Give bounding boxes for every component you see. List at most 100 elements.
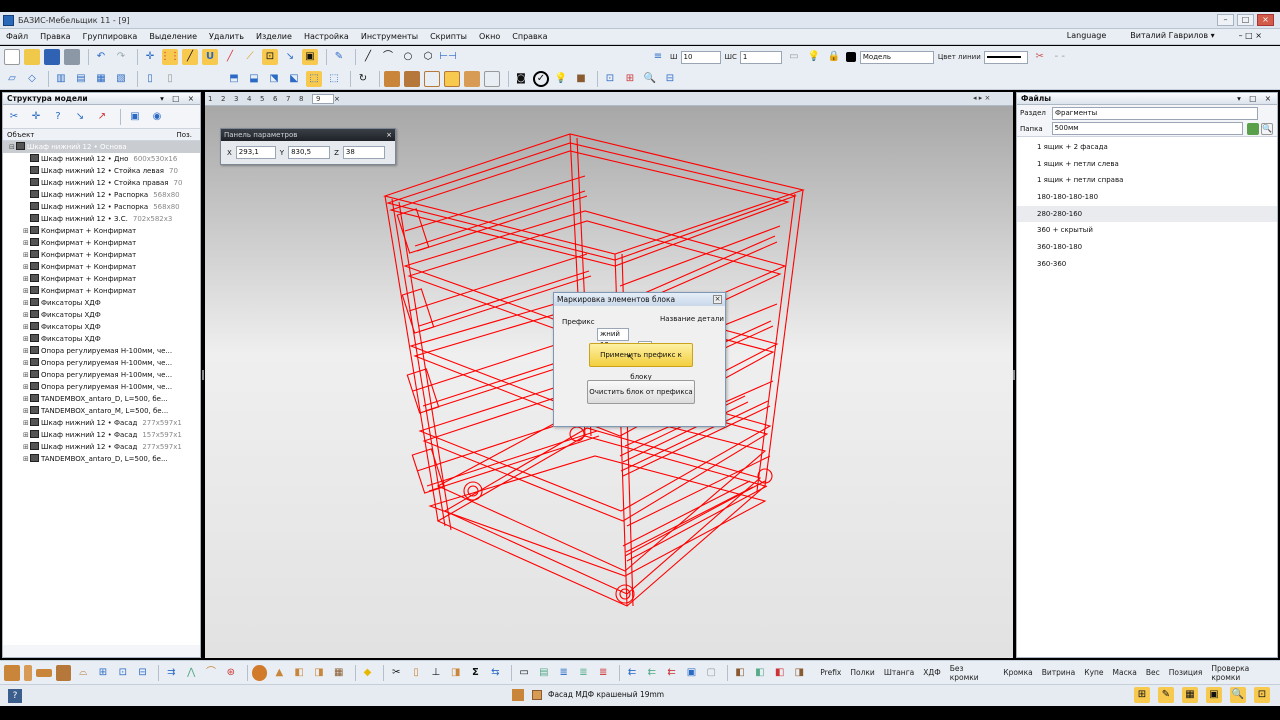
menu-select[interactable]: Выделение: [149, 32, 197, 41]
drawer-icon-3[interactable]: ≣: [556, 665, 572, 681]
language-menu[interactable]: Language: [1067, 31, 1106, 40]
frame-icon[interactable]: ◨: [311, 665, 327, 681]
menu-product[interactable]: Изделие: [256, 32, 292, 41]
expand-icon[interactable]: ⊞: [23, 261, 30, 273]
fragment-item[interactable]: 180-180-180-180: [1017, 189, 1277, 206]
menu-settings[interactable]: Настройка: [304, 32, 349, 41]
snap-edge-icon[interactable]: ╱: [222, 49, 238, 65]
expand-icon[interactable]: ⊞: [23, 285, 30, 297]
snap-grid-icon[interactable]: ⋮⋮: [160, 49, 180, 65]
tree-item[interactable]: Шкаф нижний 12 • З.С. 702x582x3: [3, 213, 200, 225]
snap-arrow-icon[interactable]: ↘: [282, 49, 298, 65]
tab-close-icon[interactable]: ×: [334, 95, 340, 103]
module-icon-2[interactable]: [23, 664, 32, 681]
bottom-label-no-edge[interactable]: Без кромки: [950, 664, 995, 682]
section-select[interactable]: Фрагменты: [1052, 106, 1258, 120]
door-icon[interactable]: ▣: [684, 665, 700, 681]
layers-icon[interactable]: ▭: [786, 49, 802, 65]
tab-5[interactable]: 5: [260, 95, 273, 103]
tab-9[interactable]: 9: [312, 93, 334, 104]
check-icon[interactable]: ✓: [533, 70, 549, 87]
drill-icon[interactable]: ⊥: [428, 665, 444, 681]
tree-item[interactable]: ⊞ Фиксаторы ХДФ: [3, 321, 200, 333]
camera-icon[interactable]: ◙: [513, 71, 529, 87]
drawer-icon-5[interactable]: ≣: [595, 665, 611, 681]
help-icon[interactable]: ?: [8, 689, 22, 703]
y-input[interactable]: 830,5: [288, 146, 331, 159]
clear-prefix-button[interactable]: Очистить блок от префикса: [587, 380, 695, 404]
tree-tool-3-icon[interactable]: ?: [50, 109, 66, 125]
view-right-icon[interactable]: ⬕: [286, 71, 302, 87]
tree-item[interactable]: Шкаф нижний 12 • Стойка левая 70: [3, 165, 200, 177]
expand-icon[interactable]: ⊞: [23, 357, 30, 369]
fragment-item[interactable]: 1 ящик + петли слева: [1017, 156, 1277, 173]
group-icon[interactable]: ▧: [113, 71, 129, 87]
status-toggle-3-icon[interactable]: ▦: [1182, 687, 1198, 703]
print-icon[interactable]: [64, 49, 80, 65]
folder-select[interactable]: 500мм: [1051, 122, 1244, 135]
status-toggle-2-icon[interactable]: ✎: [1158, 687, 1174, 703]
cabinet-icon[interactable]: ▦: [331, 665, 347, 681]
tree-item[interactable]: ⊞ Конфирмат + Конфирмат: [3, 237, 200, 249]
expand-icon[interactable]: ⊞: [23, 237, 30, 249]
module-icon-3[interactable]: [35, 668, 52, 677]
zoom-window-icon[interactable]: ⊞: [622, 71, 638, 87]
menu-group[interactable]: Группировка: [83, 32, 138, 41]
tree-tool-2-icon[interactable]: ✛: [28, 109, 44, 125]
expand-icon[interactable]: ⊞: [23, 393, 30, 405]
dialog-close-icon[interactable]: ×: [713, 295, 722, 304]
bottom-label-showcase[interactable]: Витрина: [1042, 668, 1076, 677]
fragment-item[interactable]: 360-360: [1017, 256, 1277, 273]
sh-field[interactable]: 10: [680, 50, 721, 64]
xray-mode-icon[interactable]: [484, 70, 500, 87]
tree-item[interactable]: ⊞ Шкаф нижний 12 • Фасад 277x597x1: [3, 417, 200, 429]
mdi-window-buttons[interactable]: – □ ×: [1239, 31, 1262, 40]
module-icon-8[interactable]: ⊟: [135, 665, 151, 681]
snap-face-icon[interactable]: ▣: [302, 49, 318, 65]
light-bulb-icon[interactable]: 💡: [806, 49, 822, 65]
tree-item[interactable]: Шкаф нижний 12 • Распорка 568x80: [3, 189, 200, 201]
tab-scroll-controls[interactable]: ◂ ▸ ×: [973, 94, 990, 102]
z-input[interactable]: 38: [342, 146, 385, 159]
expand-icon[interactable]: ⊞: [23, 345, 30, 357]
snap-center-icon[interactable]: ⊡: [262, 49, 278, 65]
panel-icon[interactable]: ▢: [703, 665, 719, 681]
tab-6[interactable]: 6: [273, 95, 286, 103]
package-icon[interactable]: ◨: [448, 665, 464, 681]
tree-item[interactable]: ⊞ Опора регулируемая H-100мм, че...: [3, 345, 200, 357]
left-splitter-handle[interactable]: [202, 370, 204, 380]
tree-item[interactable]: ⊞ Опора регулируемая H-100мм, че...: [3, 357, 200, 369]
bottom-label-prefix[interactable]: Prefix: [820, 668, 841, 677]
tree-tool-6-icon[interactable]: ▣: [127, 109, 143, 125]
hinge-icon-3[interactable]: ◧: [772, 665, 788, 681]
arrange-icon[interactable]: ▥: [53, 71, 69, 87]
menu-file[interactable]: Файл: [6, 32, 28, 41]
expand-icon[interactable]: ⊞: [23, 453, 30, 465]
drawer-icon-2[interactable]: ▤: [536, 665, 552, 681]
shelf-icon-3[interactable]: ⇇: [664, 665, 680, 681]
sum-icon[interactable]: Σ: [468, 665, 484, 681]
col-pos[interactable]: Поз.: [177, 129, 193, 140]
tree-item[interactable]: ⊞ Опора регулируемая H-100мм, че...: [3, 381, 200, 393]
view-top-icon[interactable]: ⬓: [246, 71, 262, 87]
tree-tool-1-icon[interactable]: ✂: [6, 109, 22, 125]
bottom-label-coupe[interactable]: Купе: [1084, 668, 1103, 677]
bottom-label-weight[interactable]: Вес: [1146, 668, 1160, 677]
right-splitter-handle[interactable]: [1013, 370, 1015, 380]
zoom-all-icon[interactable]: ⊡: [602, 71, 618, 87]
hidden-line-icon[interactable]: [444, 70, 460, 87]
tree-item[interactable]: ⊞ Шкаф нижний 12 • Фасад 277x597x1: [3, 441, 200, 453]
properties-icon[interactable]: ▯: [142, 71, 158, 87]
col-object[interactable]: Объект: [7, 129, 34, 140]
menu-edit[interactable]: Правка: [40, 32, 70, 41]
undo-icon[interactable]: ↶: [93, 49, 109, 65]
zoom-icon[interactable]: 🔍: [642, 71, 658, 87]
shaded-mode-icon[interactable]: [384, 70, 400, 87]
expand-icon[interactable]: ⊞: [23, 429, 30, 441]
menu-scripts[interactable]: Скрипты: [430, 32, 467, 41]
status-toggle-6-icon[interactable]: ⊡: [1254, 687, 1270, 703]
open-folder-icon[interactable]: [24, 49, 40, 65]
bottom-label-position[interactable]: Позиция: [1169, 668, 1203, 677]
menu-help[interactable]: Справка: [512, 32, 547, 41]
box-icon[interactable]: ◧: [291, 665, 307, 681]
